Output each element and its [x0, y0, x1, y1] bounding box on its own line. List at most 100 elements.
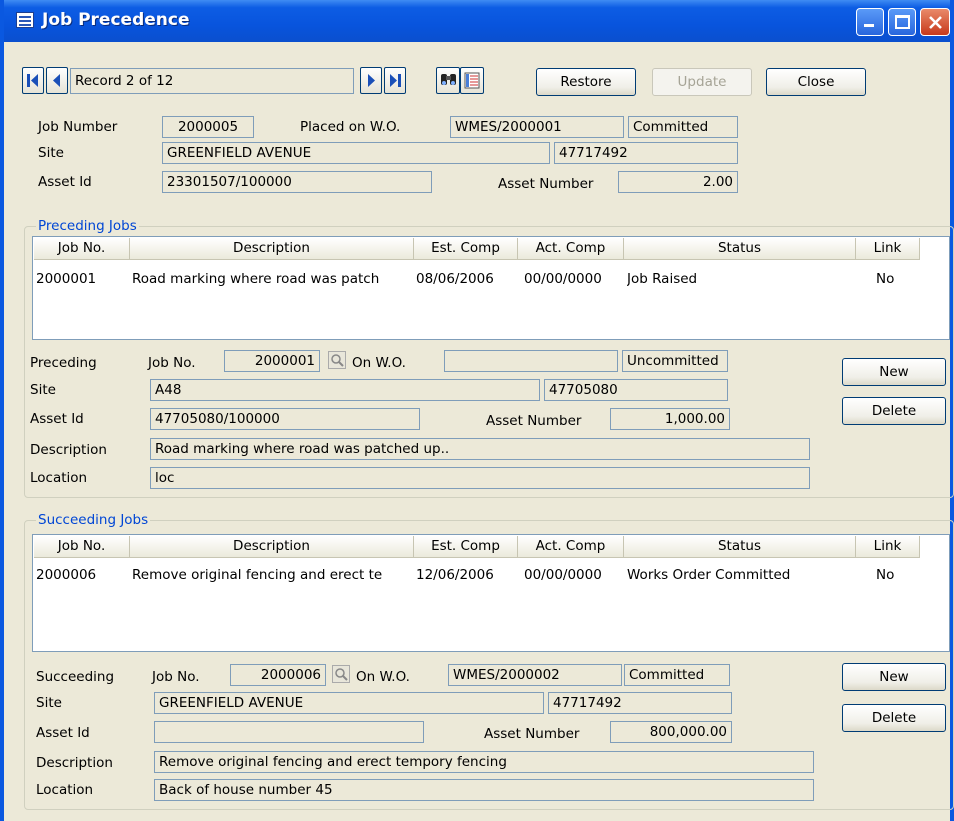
- succeeding-description-field: Remove original fencing and erect tempor…: [154, 751, 814, 773]
- record-position-display: Record 2 of 12: [70, 68, 354, 94]
- window-menu-icon[interactable]: [16, 12, 34, 28]
- col-description[interactable]: Description: [130, 536, 414, 558]
- lookup-icon: [331, 354, 344, 367]
- job-number-field: 2000005: [162, 116, 254, 138]
- preceding-description-field: Road marking where road was patched up..: [150, 438, 810, 460]
- succeeding-job-lookup-button[interactable]: [332, 665, 350, 683]
- placed-on-wo-label: Placed on W.O.: [300, 119, 401, 135]
- preceding-job-no-label: Job No.: [148, 355, 196, 371]
- first-record-button[interactable]: [22, 67, 44, 94]
- preceding-site-label: Site: [30, 382, 56, 398]
- preceding-job-lookup-button[interactable]: [328, 351, 346, 369]
- row-job-no: 2000006: [36, 567, 97, 583]
- asset-number-label: Asset Number: [498, 176, 594, 192]
- col-job-no[interactable]: Job No.: [34, 238, 130, 260]
- col-link[interactable]: Link: [856, 238, 920, 260]
- preceding-location-field: loc: [150, 467, 810, 489]
- previous-record-button[interactable]: [46, 67, 68, 94]
- preceding-job-no-field: 2000001: [224, 350, 320, 372]
- preceding-delete-button[interactable]: Delete: [842, 397, 946, 425]
- succeeding-job-no-field: 2000006: [230, 664, 326, 686]
- site-label: Site: [38, 145, 64, 161]
- close-window-button[interactable]: [920, 8, 950, 36]
- col-act-comp[interactable]: Act. Comp: [518, 238, 624, 260]
- row-status: Works Order Committed: [627, 567, 791, 583]
- minimize-button[interactable]: [856, 8, 884, 36]
- preceding-on-wo-label: On W.O.: [352, 355, 406, 371]
- succeeding-asset-id-label: Asset Id: [36, 725, 90, 741]
- job-precedence-window: Job Precedence Record 2 of 12 Restore Up…: [0, 0, 954, 821]
- update-button[interactable]: Update: [652, 68, 752, 96]
- close-button[interactable]: Close: [766, 68, 866, 96]
- succeeding-description-label: Description: [36, 755, 113, 771]
- preceding-new-button[interactable]: New: [842, 358, 946, 386]
- succeeding-asset-number-field: 800,000.00: [610, 721, 732, 743]
- row-est-comp: 08/06/2006: [416, 271, 494, 287]
- preceding-wo-field: [444, 350, 618, 372]
- last-record-button[interactable]: [384, 67, 406, 94]
- succeeding-on-wo-label: On W.O.: [356, 669, 410, 685]
- succeeding-location-field: Back of house number 45: [154, 779, 814, 801]
- title-bar[interactable]: Job Precedence: [4, 0, 950, 42]
- col-description[interactable]: Description: [130, 238, 414, 260]
- succeeding-new-button[interactable]: New: [842, 663, 946, 691]
- col-status[interactable]: Status: [624, 238, 856, 260]
- site-field: GREENFIELD AVENUE: [162, 142, 550, 164]
- row-description: Road marking where road was patch: [132, 271, 380, 287]
- preceding-description-label: Description: [30, 442, 107, 458]
- row-status: Job Raised: [627, 271, 698, 287]
- row-act-comp: 00/00/0000: [524, 271, 602, 287]
- job-number-label: Job Number: [38, 119, 118, 135]
- list-view-button[interactable]: [460, 67, 484, 94]
- succeeding-site-code-field: 47717492: [548, 692, 732, 714]
- last-record-icon: [390, 74, 401, 87]
- binoculars-icon: [441, 74, 456, 85]
- restore-button[interactable]: Restore: [536, 68, 636, 96]
- asset-id-field: 23301507/100000: [162, 171, 432, 193]
- col-est-comp[interactable]: Est. Comp: [414, 536, 518, 558]
- preceding-title-label: Preceding: [30, 355, 97, 371]
- preceding-site-field: A48: [150, 379, 540, 401]
- succeeding-job-no-label: Job No.: [152, 669, 200, 685]
- preceding-asset-id-field: 47705080/100000: [150, 408, 420, 430]
- next-record-icon: [368, 74, 375, 87]
- col-job-no[interactable]: Job No.: [34, 536, 130, 558]
- succeeding-jobs-title: Succeeding Jobs: [36, 512, 151, 528]
- row-act-comp: 00/00/0000: [524, 567, 602, 583]
- succeeding-jobs-list[interactable]: Job No. Description Est. Comp Act. Comp …: [32, 534, 950, 652]
- maximize-button[interactable]: [888, 8, 916, 36]
- row-description: Remove original fencing and erect te: [132, 567, 383, 583]
- col-act-comp[interactable]: Act. Comp: [518, 536, 624, 558]
- col-link[interactable]: Link: [856, 536, 920, 558]
- find-button[interactable]: [436, 67, 460, 94]
- row-link: No: [876, 567, 895, 583]
- next-record-button[interactable]: [360, 67, 382, 94]
- site-code-field: 47717492: [554, 142, 738, 164]
- preceding-asset-number-field: 1,000.00: [610, 408, 730, 430]
- succeeding-wo-field: WMES/2000002: [448, 664, 622, 686]
- preceding-wo-status-field: Uncommitted: [622, 350, 728, 372]
- succeeding-wo-status-field: Committed: [624, 664, 730, 686]
- succeeding-delete-button[interactable]: Delete: [842, 704, 946, 732]
- row-est-comp: 12/06/2006: [416, 567, 494, 583]
- list-icon: [464, 72, 480, 89]
- succeeding-site-field: GREENFIELD AVENUE: [154, 692, 544, 714]
- preceding-asset-id-label: Asset Id: [30, 411, 84, 427]
- succeeding-asset-id-field: [154, 721, 424, 743]
- col-status[interactable]: Status: [624, 536, 856, 558]
- row-link: No: [876, 271, 895, 287]
- preceding-site-code-field: 47705080: [544, 379, 728, 401]
- succeeding-title-label: Succeeding: [36, 669, 115, 685]
- placed-wo-field: WMES/2000001: [450, 116, 624, 138]
- previous-record-icon: [53, 74, 60, 87]
- asset-number-field: 2.00: [618, 171, 738, 193]
- col-est-comp[interactable]: Est. Comp: [414, 238, 518, 260]
- succeeding-site-label: Site: [36, 695, 62, 711]
- asset-id-label: Asset Id: [38, 174, 92, 190]
- wo-status-field: Committed: [628, 116, 738, 138]
- close-x-icon: [929, 16, 942, 29]
- row-job-no: 2000001: [36, 271, 97, 287]
- preceding-jobs-list[interactable]: Job No. Description Est. Comp Act. Comp …: [32, 236, 950, 340]
- first-record-icon: [27, 74, 38, 87]
- succeeding-asset-number-label: Asset Number: [484, 726, 580, 742]
